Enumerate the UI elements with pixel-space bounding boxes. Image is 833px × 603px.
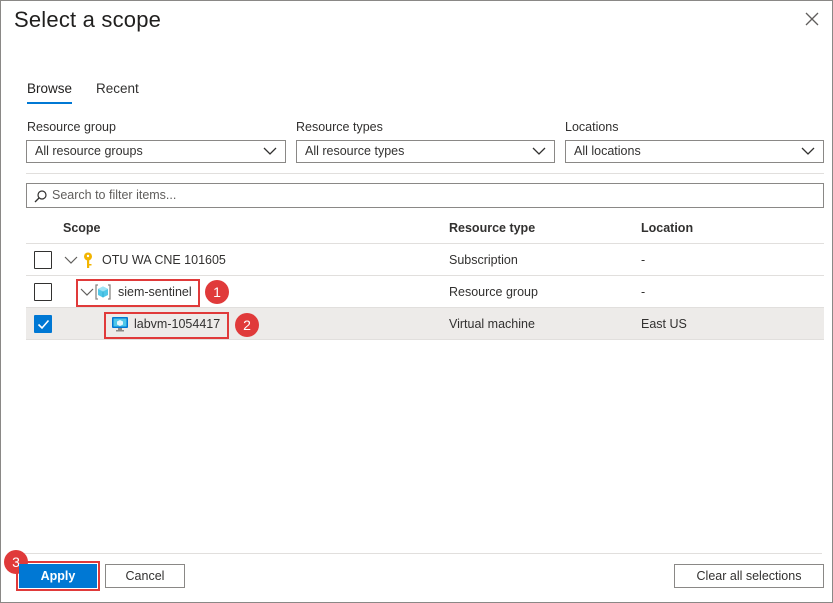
resource-group-value: All resource groups [35,144,143,158]
step-badge-2: 2 [235,313,259,337]
highlight-box-siem-sentinel [76,279,200,307]
locations-label: Locations [565,120,619,134]
resource-types-dropdown[interactable]: All resource types [296,140,555,163]
grid-header: Scope Resource type Location [26,212,824,244]
locations-value: All locations [574,144,641,158]
filter-divider [26,173,824,174]
checkmark-icon [37,319,50,330]
column-header-resource-type[interactable]: Resource type [449,221,535,235]
resource-types-label: Resource types [296,120,383,134]
search-icon [34,190,47,203]
location: - [641,285,646,299]
tab-bar: Browse Recent [27,81,139,104]
chevron-down-icon [263,147,277,155]
clear-all-selections-button[interactable]: Clear all selections [674,564,824,588]
highlight-box-labvm [104,312,229,339]
tab-browse[interactable]: Browse [27,81,73,104]
apply-button[interactable]: Apply [19,564,97,588]
resource-type: Resource group [449,285,538,299]
resource-group-label: Resource group [27,120,116,134]
resource-types-value: All resource types [305,144,405,158]
key-icon [84,252,92,268]
dialog-frame: Select a scope Browse Recent Resource gr… [0,0,833,603]
scope-name: OTU WA CNE 101605 [102,253,226,267]
tab-recent[interactable]: Recent [96,81,139,104]
row-checkbox[interactable] [34,251,52,269]
resource-group-dropdown[interactable]: All resource groups [26,140,286,163]
chevron-down-icon [532,147,546,155]
step-badge-1: 1 [205,280,229,304]
location: East US [641,317,687,331]
resource-type: Subscription [449,253,518,267]
cancel-button[interactable]: Cancel [105,564,185,588]
location: - [641,253,646,267]
search-input[interactable] [52,188,812,202]
row-checkbox[interactable] [34,283,52,301]
column-header-location[interactable]: Location [641,221,693,235]
row-checkbox[interactable] [34,315,52,333]
resource-type: Virtual machine [449,317,535,331]
footer-divider [14,553,822,554]
dialog-title: Select a scope [14,7,162,32]
locations-dropdown[interactable]: All locations [565,140,824,163]
chevron-down-icon [801,147,815,155]
table-row[interactable]: OTU WA CNE 101605 Subscription - [26,244,824,276]
column-header-scope[interactable]: Scope [63,221,101,235]
search-box[interactable] [26,183,824,208]
close-icon[interactable] [803,10,821,28]
chevron-down-icon[interactable] [64,253,78,267]
